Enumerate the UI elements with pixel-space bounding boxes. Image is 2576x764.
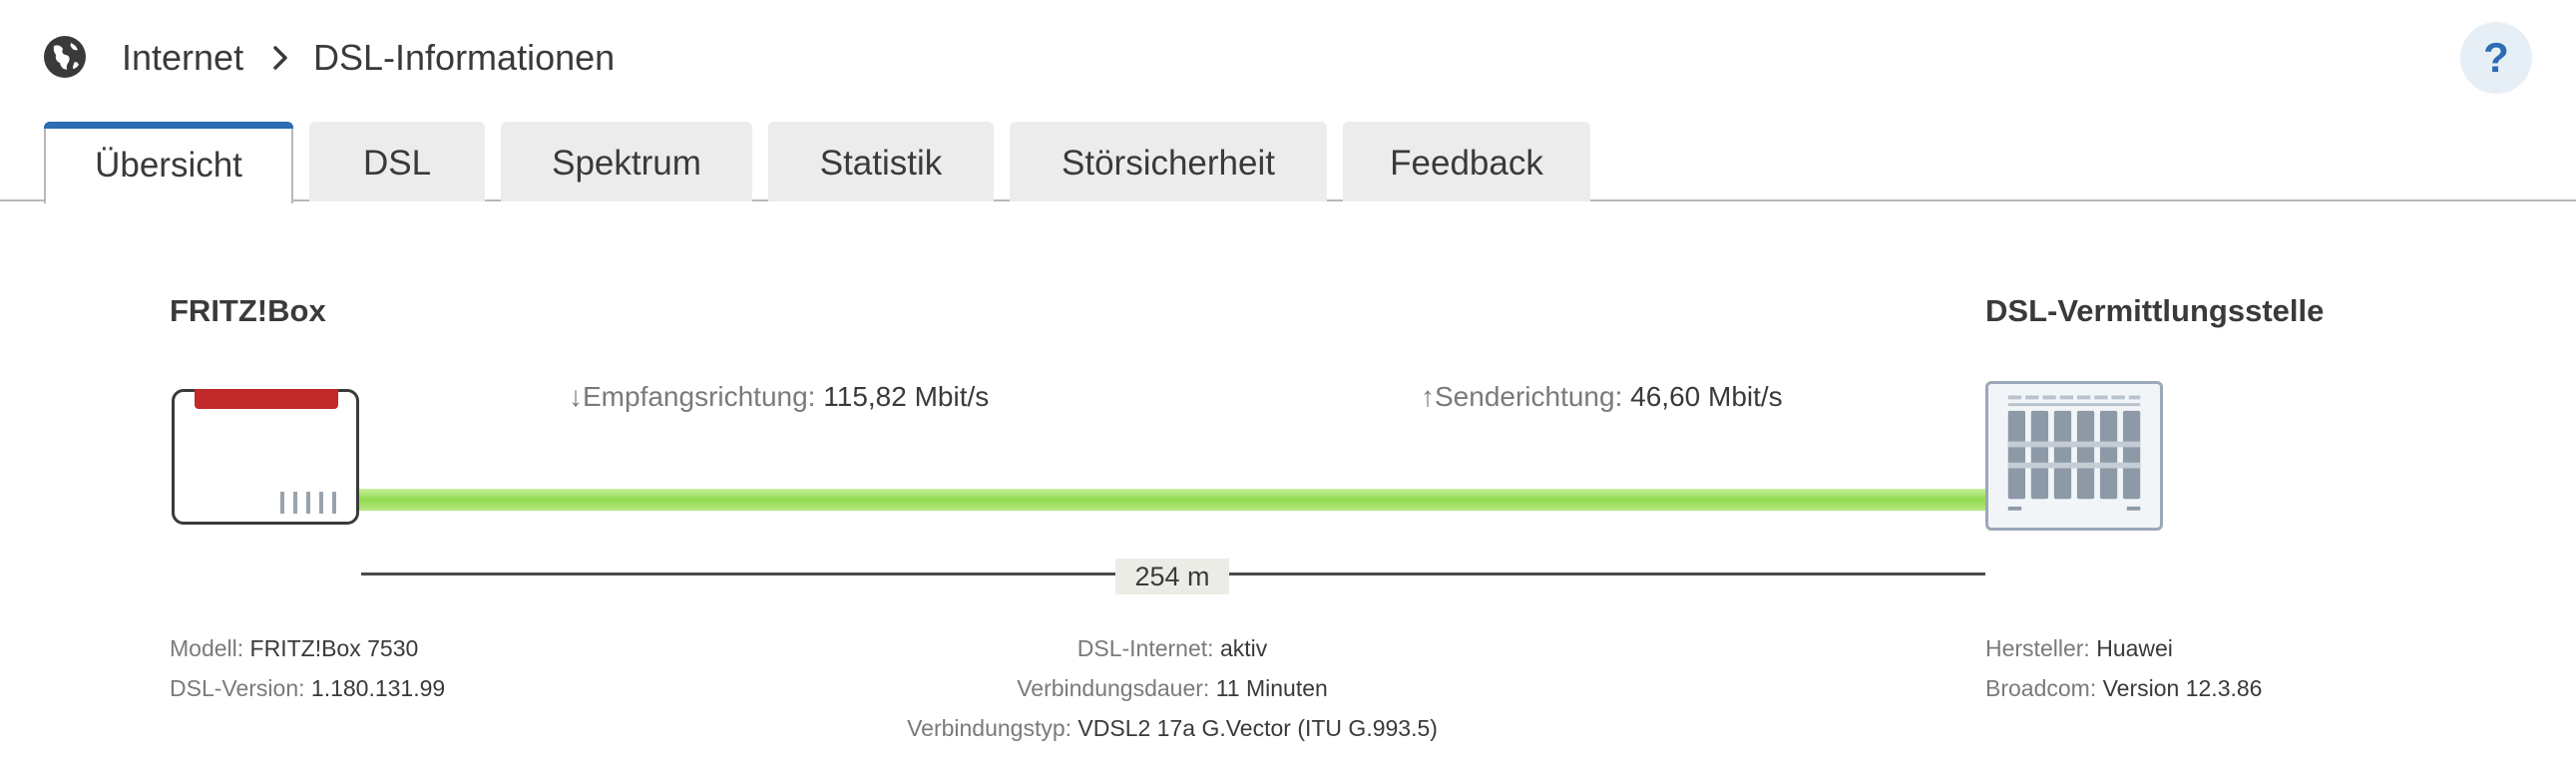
tab-overview[interactable]: Übersicht <box>44 122 293 203</box>
upstream-value: 46,60 Mbit/s <box>1630 381 1783 412</box>
tab-feedback[interactable]: Feedback <box>1343 122 1590 201</box>
page-title: DSL-Informationen <box>313 37 616 78</box>
fritzbox-device-icon <box>172 389 359 525</box>
dsl-information-page: Internet DSL-Informationen ? Übersicht D… <box>0 0 2576 764</box>
downstream-rate: ↓Empfangsrichtung: 115,82 Mbit/s <box>569 381 989 413</box>
tab-dsl[interactable]: DSL <box>309 122 485 201</box>
upstream-label: ↑Senderichtung: <box>1421 381 1623 412</box>
connection-duration-row: Verbindungsdauer: 11 Minuten <box>798 668 1546 708</box>
model-label: Modell: <box>170 635 244 661</box>
dsl-internet-row: DSL-Internet: aktiv <box>798 628 1546 668</box>
downstream-label: ↓Empfangsrichtung: <box>569 381 816 412</box>
dsl-internet-label: DSL-Internet: <box>1076 635 1214 661</box>
dsl-internet-value: aktiv <box>1219 635 1268 661</box>
distance-label: 254 m <box>1115 559 1229 594</box>
connection-info: DSL-Internet: aktiv Verbindungsdauer: 11… <box>798 628 1546 748</box>
fritzbox-ports <box>280 492 345 519</box>
broadcom-value: Version 12.3.86 <box>2102 675 2263 701</box>
connection-type-row: Verbindungstyp: VDSL2 17a G.Vector (ITU … <box>798 708 1546 748</box>
tab-interference[interactable]: Störsicherheit <box>1010 122 1327 201</box>
upstream-rate: ↑Senderichtung: 46,60 Mbit/s <box>1421 381 1783 413</box>
exchange-device-icon <box>1985 381 2163 531</box>
globe-icon <box>44 36 86 78</box>
dsl-version-row: DSL-Version: 1.180.131.99 <box>170 668 445 708</box>
fritzbox-title: FRITZ!Box <box>170 293 326 328</box>
broadcom-row: Broadcom: Version 12.3.86 <box>1985 668 2262 708</box>
connection-duration-label: Verbindungsdauer: <box>1017 675 1210 701</box>
connection-type-label: Verbindungstyp: <box>907 715 1073 741</box>
breadcrumb-internet[interactable]: Internet <box>122 36 243 80</box>
dsl-version-label: DSL-Version: <box>170 675 305 701</box>
help-button[interactable]: ? <box>2460 22 2532 94</box>
model-value: FRITZ!Box 7530 <box>249 635 419 661</box>
tab-statistics[interactable]: Statistik <box>768 122 994 201</box>
exchange-info: Hersteller: Huawei Broadcom: Version 12.… <box>1985 628 2262 708</box>
exchange-title: DSL-Vermittlungsstelle <box>1985 293 2325 328</box>
tab-spectrum[interactable]: Spektrum <box>501 122 752 201</box>
connection-type-value: VDSL2 17a G.Vector (ITU G.993.5) <box>1077 715 1438 741</box>
dsl-line <box>357 489 1987 511</box>
broadcom-label: Broadcom: <box>1985 675 2097 701</box>
vendor-label: Hersteller: <box>1985 635 2090 661</box>
fritzbox-info: Modell: FRITZ!Box 7530 DSL-Version: 1.18… <box>170 628 445 708</box>
connection-duration-value: 11 Minuten <box>1215 675 1328 701</box>
vendor-value: Huawei <box>2096 635 2173 661</box>
fritzbox-red-top <box>195 389 338 409</box>
vendor-row: Hersteller: Huawei <box>1985 628 2262 668</box>
model-row: Modell: FRITZ!Box 7530 <box>170 628 445 668</box>
downstream-value: 115,82 Mbit/s <box>823 381 990 412</box>
dsl-version-value: 1.180.131.99 <box>310 675 446 701</box>
chevron-right-icon <box>273 46 287 70</box>
